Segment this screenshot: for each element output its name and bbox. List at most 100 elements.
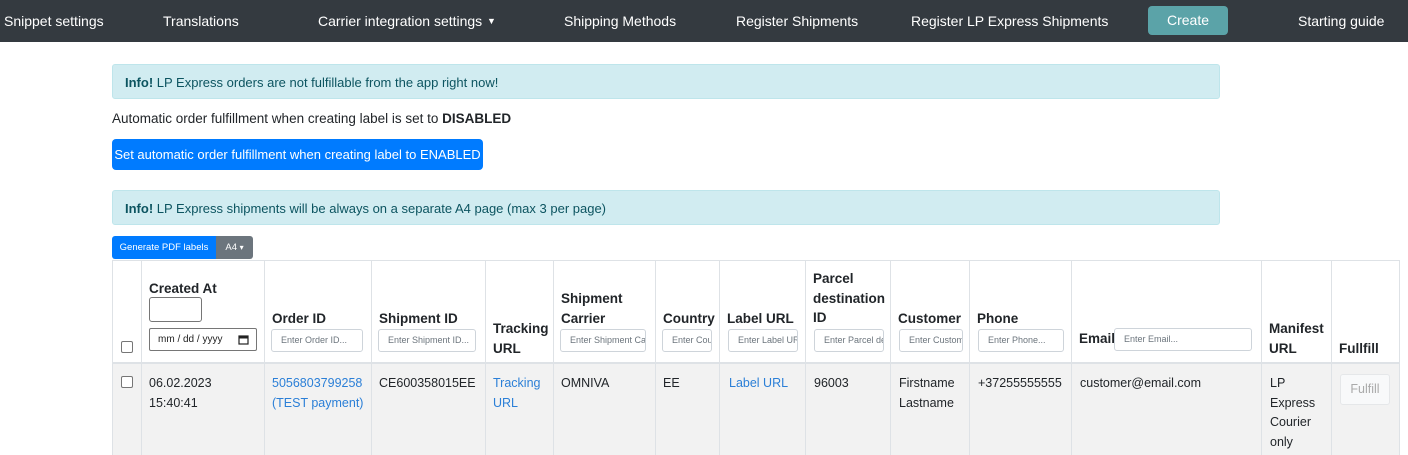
header-country-label: Country	[663, 311, 715, 326]
header-tracking-url-label: Tracking URL	[493, 321, 549, 356]
cell-customer: Firstname Lastname	[891, 364, 970, 455]
fulfillment-status: Automatic order fulfillment when creatin…	[112, 111, 511, 126]
alert-label: Info!	[125, 201, 154, 216]
created-at-date-input[interactable]: mm / dd / yyyy	[149, 328, 257, 351]
top-navbar: Snippet settings Translations Carrier in…	[0, 0, 1408, 57]
header-select-all	[112, 260, 142, 364]
header-created-at-label: Created At	[149, 281, 217, 296]
created-time: 15:40:41	[149, 395, 198, 410]
header-label-url-label: Label URL	[727, 311, 794, 326]
manifest-line-2: Express	[1270, 395, 1316, 410]
parcel-destination-filter-input[interactable]: Enter Parcel destination ID...	[814, 329, 884, 352]
cell-fulfill: Fulfill	[1332, 364, 1400, 455]
table-row	[112, 364, 142, 455]
fulfill-button[interactable]: Fulfill	[1340, 374, 1390, 405]
header-phone-label: Phone	[977, 311, 1019, 326]
alert-text: LP Express orders are not fulfillable fr…	[156, 75, 499, 90]
nav-starting-guide[interactable]: Starting guide	[1298, 0, 1384, 42]
header-country: Country Enter Country...	[656, 260, 720, 364]
generate-pdf-labels-button[interactable]: Generate PDF labels	[112, 236, 216, 259]
header-tracking-url: Tracking URL	[486, 260, 554, 364]
order-id-link[interactable]: 5056803799258	[272, 374, 362, 394]
customer-last-name: Lastname	[899, 395, 954, 410]
nav-create-labels[interactable]: Create labels	[1148, 6, 1228, 57]
tracking-url-link[interactable]: Tracking	[493, 374, 540, 394]
header-customer-label: Customer	[898, 311, 962, 326]
cell-created-at: 06.02.2023 15:40:41	[142, 364, 265, 455]
email-filter-input[interactable]: Enter Email...	[1114, 328, 1252, 351]
header-created-at: Created At mm / dd / yyyy	[142, 260, 265, 364]
header-email: Email Enter Email...	[1072, 260, 1262, 364]
alert-label: Info!	[125, 75, 154, 90]
enable-auto-fulfillment-button[interactable]: Set automatic order fulfillment when cre…	[112, 139, 483, 170]
label-url-link[interactable]: Label URL	[729, 374, 788, 394]
nav-shipping-methods[interactable]: Shipping Methods	[564, 0, 676, 42]
tracking-url-link-2[interactable]: URL	[493, 394, 518, 414]
nav-translations[interactable]: Translations	[163, 0, 239, 42]
header-carrier: Shipment Carrier Enter Shipment Carrier.…	[554, 260, 656, 364]
carrier-value: OMNIVA	[561, 376, 610, 390]
header-email-label: Email	[1079, 331, 1116, 346]
select-all-checkbox[interactable]	[121, 341, 133, 353]
customer-filter-input[interactable]: Enter Customer...	[899, 329, 963, 352]
page-format-value: A4	[225, 242, 237, 253]
chevron-down-icon: ▾	[239, 243, 244, 252]
chevron-down-icon[interactable]: ▼	[487, 0, 496, 42]
cell-order-id: 5056803799258 (TEST payment)	[265, 364, 372, 455]
header-carrier-label: Shipment Carrier	[561, 291, 623, 326]
header-shipment-id: Shipment ID Enter Shipment ID...	[372, 260, 486, 364]
manifest-line-4: only	[1270, 434, 1293, 449]
row-select-checkbox[interactable]	[121, 376, 133, 388]
header-parcel-destination-label: Parcel destination ID	[813, 271, 886, 325]
created-date: 06.02.2023	[149, 376, 212, 390]
created-at-filter-select[interactable]	[149, 297, 202, 322]
cell-manifest-url: LP Express Courier only	[1262, 364, 1332, 455]
cell-parcel-destination: 96003	[806, 364, 891, 455]
country-value: EE	[663, 376, 680, 390]
header-label-url: Label URL Enter Label URL...	[720, 260, 806, 364]
shipment-id-value: CE600358015EE	[379, 376, 476, 390]
shipment-id-filter-input[interactable]: Enter Shipment ID...	[378, 329, 476, 352]
cell-country: EE	[656, 364, 720, 455]
cell-label-url: Label URL	[720, 364, 806, 455]
header-phone: Phone Enter Phone...	[970, 260, 1072, 364]
customer-first-name: Firstname	[899, 376, 955, 390]
header-manifest-url: Manifest URL	[1262, 260, 1332, 364]
date-placeholder: mm / dd / yyyy	[158, 334, 223, 345]
header-order-id: Order ID Enter Order ID...	[265, 260, 372, 364]
calendar-icon[interactable]	[238, 334, 249, 345]
header-fulfill-label: Fullfill	[1339, 341, 1379, 356]
cell-email: customer@email.com	[1072, 364, 1262, 455]
header-shipment-id-label: Shipment ID	[379, 311, 458, 326]
header-parcel-destination: Parcel destination ID Enter Parcel desti…	[806, 260, 891, 364]
phone-filter-input[interactable]: Enter Phone...	[978, 329, 1064, 352]
labels-table: Created At mm / dd / yyyy Order ID Enter…	[112, 260, 1402, 455]
header-manifest-url-label: Manifest URL	[1269, 321, 1324, 356]
fulfillment-status-text: Automatic order fulfillment when creatin…	[112, 111, 439, 126]
header-customer: Customer Enter Customer...	[891, 260, 970, 364]
cell-tracking-url: Tracking URL	[486, 364, 554, 455]
nav-register-lp-express-shipments[interactable]: Register LP Express Shipments	[911, 0, 1108, 42]
page-format-dropdown[interactable]: A4 ▾	[216, 236, 253, 259]
phone-value: +37255555555	[978, 376, 1062, 390]
alert-text: LP Express shipments will be always on a…	[156, 201, 607, 216]
parcel-destination-value: 96003	[814, 376, 849, 390]
order-id-filter-input[interactable]: Enter Order ID...	[271, 329, 363, 352]
header-order-id-label: Order ID	[272, 311, 327, 326]
info-alert-fulfillment: Info! LP Express orders are not fulfilla…	[112, 64, 1220, 99]
fulfillment-status-value: DISABLED	[442, 111, 512, 126]
manifest-line-3: Courier	[1270, 415, 1311, 429]
label-url-filter-input[interactable]: Enter Label URL...	[728, 329, 798, 352]
manifest-line-1: LP	[1270, 376, 1286, 390]
cell-carrier: OMNIVA	[554, 364, 656, 455]
nav-register-shipments[interactable]: Register Shipments	[736, 0, 858, 42]
header-fulfill: Fullfill	[1332, 260, 1400, 364]
nav-snippet-settings[interactable]: Snippet settings	[4, 0, 104, 42]
info-alert-a4-page: Info! LP Express shipments will be alway…	[112, 190, 1220, 225]
nav-carrier-integration-settings[interactable]: Carrier integration settings	[318, 0, 482, 42]
carrier-filter-input[interactable]: Enter Shipment Carrier...	[560, 329, 646, 352]
order-note-link[interactable]: (TEST payment)	[272, 394, 363, 414]
cell-shipment-id: CE600358015EE	[372, 364, 486, 455]
cell-phone: +37255555555	[970, 364, 1072, 455]
country-filter-input[interactable]: Enter Country...	[662, 329, 712, 352]
